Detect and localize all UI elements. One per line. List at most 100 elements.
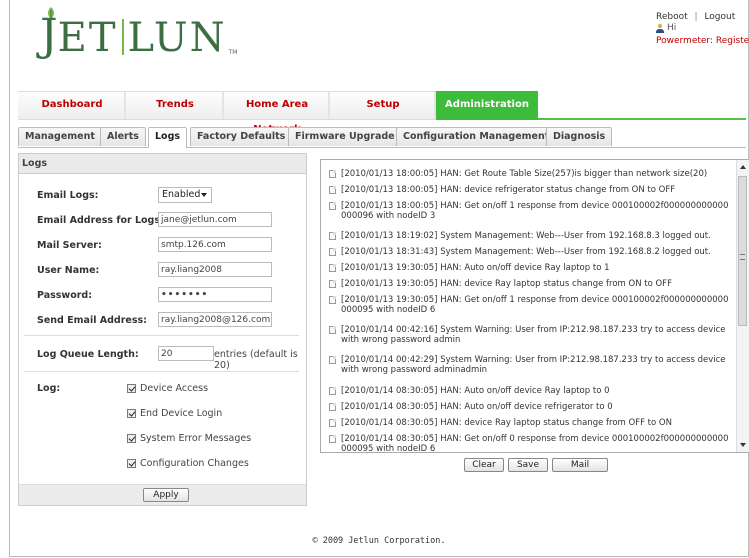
log-entry-text: [2010/01/13 18:00:05] HAN: Get Route Tab… (341, 169, 708, 179)
checkbox[interactable] (127, 384, 136, 393)
send-email-label: Send Email Address: (37, 315, 147, 326)
main-nav: Dashboard Trends Home Area Network Setup… (18, 91, 746, 135)
scroll-down-icon[interactable] (740, 443, 746, 447)
log-entry-text: [2010/01/14 08:30:05] HAN: Get on/off 0 … (341, 434, 729, 453)
link-separator: | (694, 12, 698, 22)
nav-tab-label: Administration (445, 99, 529, 110)
apply-button[interactable]: Apply (143, 488, 189, 502)
mail-server-label: Mail Server: (37, 240, 102, 251)
mail-server-field[interactable]: smtp.126.com (158, 237, 272, 252)
logout-link[interactable]: Logout (704, 12, 735, 22)
checkbox-label: End Device Login (140, 408, 223, 419)
log-option-device-access[interactable]: Device Access (127, 383, 208, 394)
log-entry-text: [2010/01/13 19:30:05] HAN: Auto on/off d… (341, 263, 610, 273)
log-settings-panel: Logs Email Logs: Enabled Email Address f… (18, 153, 307, 506)
log-entry: [2010/01/14 08:30:05] HAN: device Ray la… (329, 418, 732, 428)
document-icon (329, 202, 336, 210)
document-icon (329, 186, 336, 194)
nav-tab-home-area-network[interactable]: Home Area Network (224, 91, 330, 135)
document-icon (329, 387, 336, 395)
jetlun-logo: J ET LUN TM (40, 7, 238, 61)
subtab-diagnosis[interactable]: Diagnosis (546, 127, 613, 146)
log-entry: [2010/01/13 19:30:05] HAN: device Ray la… (329, 279, 732, 289)
nav-tab-label: Setup (366, 99, 400, 110)
subtab-configuration-management[interactable]: Configuration Management (396, 127, 557, 146)
log-options-label: Log: (37, 383, 61, 394)
document-icon (329, 264, 336, 272)
sub-tabs: Management Alerts Logs Factory Defaults … (18, 127, 746, 148)
document-icon (329, 232, 336, 240)
logo-divider (121, 19, 124, 55)
user-name-field[interactable]: ray.liang2008 (158, 262, 272, 277)
nav-tab-setup[interactable]: Setup (330, 91, 436, 120)
log-entry-text: [2010/01/13 18:31:43] System Management:… (341, 247, 711, 257)
divider (24, 371, 299, 372)
email-logs-select[interactable]: Enabled (158, 187, 212, 203)
user-icon (656, 23, 664, 33)
document-icon (329, 296, 336, 304)
send-email-field[interactable]: ray.liang2008@126.com (158, 312, 272, 327)
log-entry-text: [2010/01/14 08:30:05] HAN: Auto on/off d… (341, 402, 613, 412)
log-entry: [2010/01/13 19:30:05] HAN: Auto on/off d… (329, 263, 732, 273)
chevron-down-icon (201, 193, 207, 197)
log-entry: [2010/01/13 18:00:05] HAN: Get on/off 1 … (329, 201, 732, 221)
document-icon (329, 356, 336, 364)
clear-button[interactable]: Clear (464, 458, 504, 472)
document-icon (329, 435, 336, 443)
panel-footer: Apply (19, 484, 306, 505)
email-address-label: Email Address for Logs: (37, 215, 164, 226)
nav-tab-label: Dashboard (41, 99, 103, 110)
subtab-logs[interactable]: Logs (148, 127, 188, 148)
powermeter-status: Powermeter: Registere (656, 36, 749, 46)
subtab-firmware-upgrade[interactable]: Firmware Upgrade (288, 127, 402, 146)
checkbox[interactable] (127, 459, 136, 468)
save-button[interactable]: Save (508, 458, 548, 472)
subtab-alerts[interactable]: Alerts (100, 127, 146, 146)
document-icon (329, 326, 336, 334)
log-option-configuration-changes[interactable]: Configuration Changes (127, 458, 249, 469)
copyright-footer: © 2009 Jetlun Corporation. (312, 536, 446, 546)
log-entry-text: [2010/01/14 08:30:05] HAN: device Ray la… (341, 418, 672, 428)
app-frame: J ET LUN TM Reboot | Logout Hi Powermete… (9, 0, 749, 557)
log-entry: [2010/01/13 18:00:05] HAN: Get Route Tab… (329, 169, 732, 179)
log-entry-text: [2010/01/13 19:30:05] HAN: Get on/off 1 … (341, 295, 729, 315)
document-icon (329, 280, 336, 288)
log-viewer-panel: [2010/01/13 18:00:05] HAN: Get Route Tab… (312, 153, 749, 477)
checkbox[interactable] (127, 409, 136, 418)
logo-trademark: TM (228, 49, 238, 56)
log-entry-text: [2010/01/14 00:42:16] System Warning: Us… (341, 325, 726, 345)
greeting-text: Hi (667, 23, 677, 33)
mail-button[interactable]: Mail (552, 458, 608, 472)
log-option-system-error-messages[interactable]: System Error Messages (127, 433, 251, 444)
log-entry: [2010/01/14 08:30:05] HAN: Get on/off 0 … (329, 434, 732, 453)
log-entry: [2010/01/14 00:42:16] System Warning: Us… (329, 325, 732, 345)
divider (24, 335, 299, 336)
log-entry-text: [2010/01/14 00:42:29] System Warning: Us… (341, 355, 726, 375)
password-field[interactable]: ••••••• (158, 287, 272, 302)
checkbox-label: Device Access (140, 383, 209, 394)
nav-tab-trends[interactable]: Trends (126, 91, 224, 120)
nav-tab-administration[interactable]: Administration (436, 91, 538, 120)
reboot-link[interactable]: Reboot (656, 12, 688, 22)
log-list[interactable]: [2010/01/13 18:00:05] HAN: Get Route Tab… (320, 159, 749, 453)
log-entry: [2010/01/13 19:30:05] HAN: Get on/off 1 … (329, 295, 732, 315)
log-option-end-device-login[interactable]: End Device Login (127, 408, 222, 419)
logo-word-et: ET (57, 15, 118, 61)
log-entry-text: [2010/01/13 18:00:05] HAN: device refrig… (341, 185, 676, 195)
document-icon (329, 248, 336, 256)
queue-length-label: Log Queue Length: (37, 349, 139, 360)
nav-tab-dashboard[interactable]: Dashboard (18, 91, 126, 120)
scroll-thumb[interactable] (738, 176, 747, 326)
checkbox-label: Configuration Changes (140, 458, 249, 469)
log-entry-text: [2010/01/14 08:30:05] HAN: Auto on/off d… (341, 386, 610, 396)
email-address-field[interactable]: jane@jetlun.com (158, 212, 272, 227)
log-scrollbar[interactable] (736, 160, 749, 452)
checkbox[interactable] (127, 434, 136, 443)
subtab-management[interactable]: Management (18, 127, 102, 146)
document-icon (329, 419, 336, 427)
checkbox-label: System Error Messages (140, 433, 252, 444)
subtab-factory-defaults[interactable]: Factory Defaults (190, 127, 293, 146)
panel-title: Logs (19, 154, 306, 174)
queue-length-field[interactable]: 20 (158, 346, 214, 361)
scroll-up-icon[interactable] (740, 165, 746, 169)
